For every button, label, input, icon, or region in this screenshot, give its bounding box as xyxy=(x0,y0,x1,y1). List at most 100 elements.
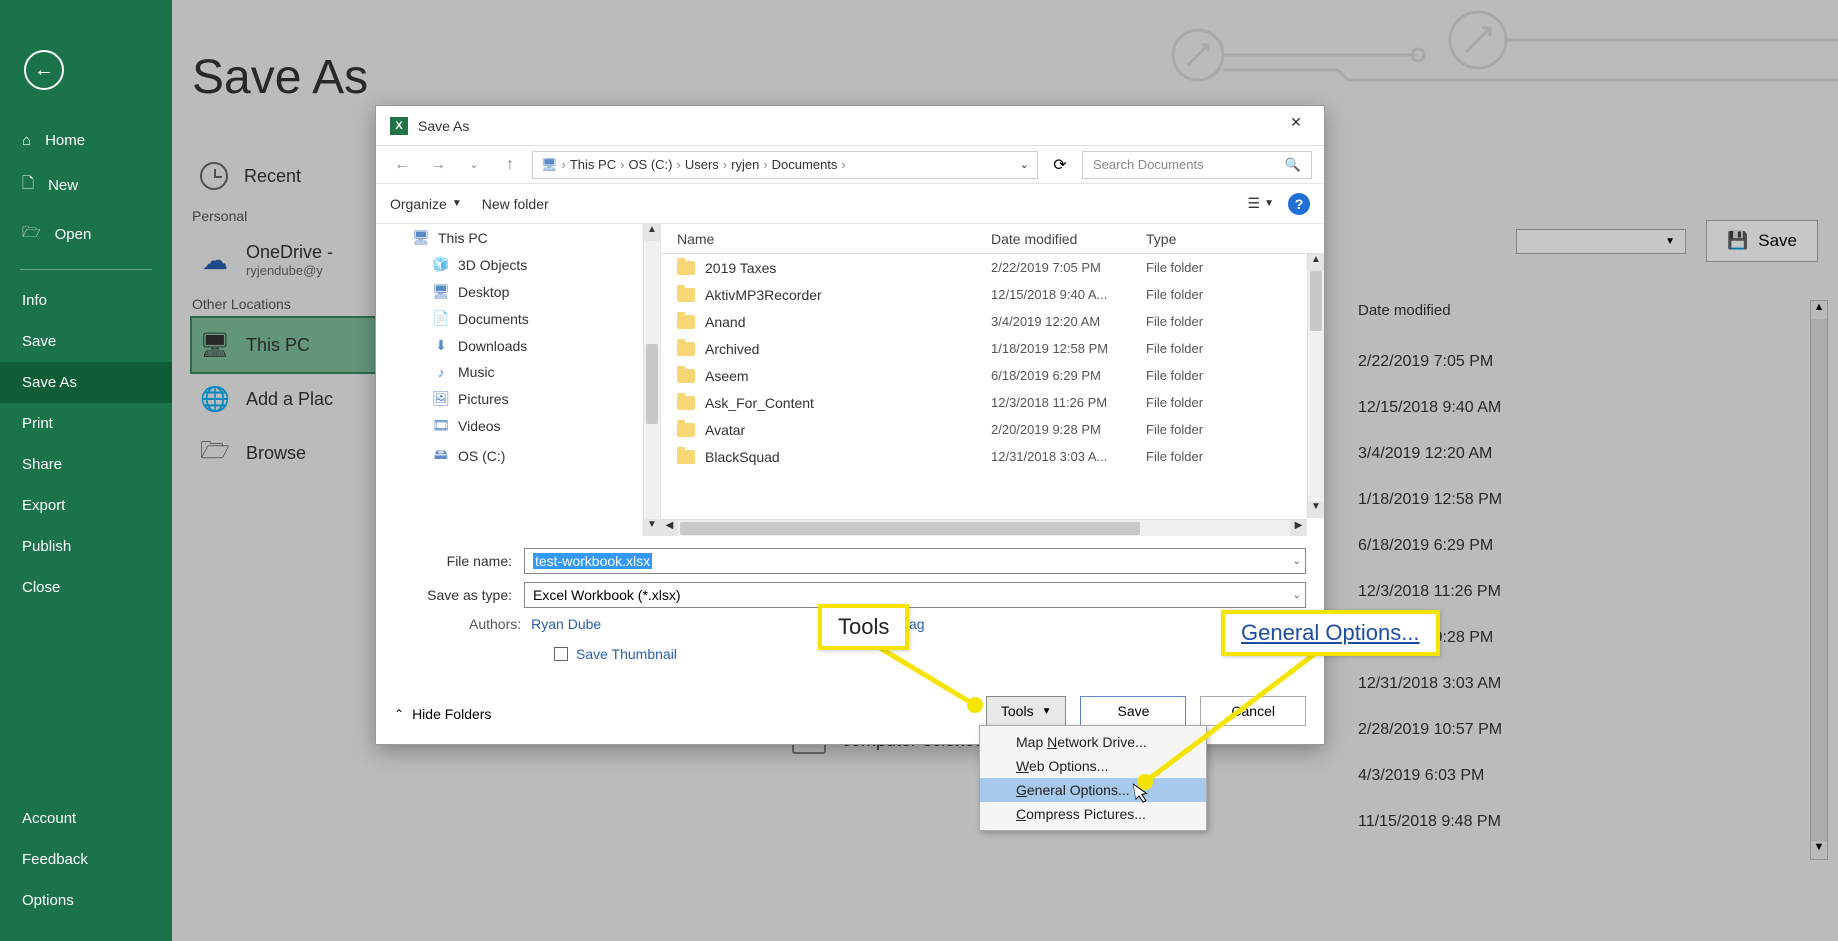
nav-save[interactable]: Save xyxy=(0,321,172,362)
column-headers[interactable]: Name Date modified Type xyxy=(661,224,1324,254)
menu-general-options[interactable]: General Options... xyxy=(980,778,1206,802)
nav-export[interactable]: Export xyxy=(0,485,172,526)
date-item: 2/22/2019 7:05 PM xyxy=(1358,339,1818,385)
scroll-down-icon[interactable]: ▼ xyxy=(1811,841,1827,859)
desktop-icon: 🖥 xyxy=(432,283,450,300)
address-bar[interactable]: 🖥 › This PC› OS (C:)› Users› ryjen› Docu… xyxy=(532,151,1038,179)
nav-publish[interactable]: Publish xyxy=(0,526,172,567)
file-row[interactable]: Aseem6/18/2019 6:29 PMFile folder xyxy=(661,362,1324,389)
chevron-down-icon: ▼ xyxy=(1042,706,1052,717)
dialog-title: Save As xyxy=(418,118,469,134)
save-thumbnail-label[interactable]: Save Thumbnail xyxy=(576,646,677,662)
nav-info[interactable]: Info xyxy=(0,280,172,321)
clock-icon xyxy=(200,162,228,190)
nav-new[interactable]: 🗋New xyxy=(0,161,172,210)
chevron-down-icon[interactable]: ⌄ xyxy=(1293,556,1301,567)
tree-3d-objects[interactable]: 🧊3D Objects xyxy=(376,251,660,278)
tree-downloads[interactable]: ⬇Downloads xyxy=(376,332,660,359)
excel-icon: X xyxy=(390,117,408,135)
globe-plus-icon: 🌐 xyxy=(200,384,230,414)
tree-desktop[interactable]: 🖥Desktop xyxy=(376,278,660,305)
organize-button[interactable]: Organize ▼ xyxy=(390,196,462,212)
hide-folders-button[interactable]: ⌃ Hide Folders xyxy=(394,706,491,722)
nav-options[interactable]: Options xyxy=(0,880,172,921)
nav-back-button[interactable]: ← xyxy=(388,156,416,174)
help-icon[interactable]: ? xyxy=(1288,193,1310,215)
scroll-thumb[interactable] xyxy=(680,522,1140,535)
back-button[interactable]: ← xyxy=(24,50,64,90)
tree-scrollbar[interactable]: ▲ ▼ xyxy=(643,224,660,536)
authors-value[interactable]: Ryan Dube xyxy=(531,616,601,632)
col-name[interactable]: Name xyxy=(661,231,991,247)
tree-music[interactable]: ♪Music xyxy=(376,359,660,385)
saveastype-value: Excel Workbook (*.xlsx) xyxy=(533,587,681,603)
scroll-thumb[interactable] xyxy=(1310,271,1322,331)
col-type[interactable]: Type xyxy=(1146,231,1256,247)
nav-open[interactable]: 🗁Open xyxy=(0,210,172,259)
tree-documents[interactable]: 📄Documents xyxy=(376,305,660,332)
dialog-toolbar: Organize ▼ New folder ☰ ▼ ? xyxy=(376,184,1324,224)
tree-os-c[interactable]: 🖴OS (C:) xyxy=(376,439,660,473)
file-row[interactable]: Ask_For_Content12/3/2018 11:26 PMFile fo… xyxy=(661,389,1324,416)
nav-home[interactable]: ⌂Home xyxy=(0,120,172,161)
dialog-close-button[interactable]: ✕ xyxy=(1276,114,1316,140)
tree-pictures[interactable]: 🖼Pictures xyxy=(376,385,660,412)
dialog-titlebar[interactable]: X Save As ✕ xyxy=(376,106,1324,146)
file-row[interactable]: 2019 Taxes2/22/2019 7:05 PMFile folder xyxy=(661,254,1324,281)
nav-forward-button[interactable]: → xyxy=(424,156,452,174)
nav-share[interactable]: Share xyxy=(0,444,172,485)
nav-save-as[interactable]: Save As xyxy=(0,362,172,403)
file-row[interactable]: BlackSquad12/31/2018 3:03 A...File folde… xyxy=(661,443,1324,470)
save-button[interactable]: Save xyxy=(1080,696,1186,726)
scrollbar[interactable]: ▲ ▼ xyxy=(1810,300,1828,860)
save-button-right[interactable]: 💾Save xyxy=(1706,220,1818,262)
menu-map-network-drive[interactable]: Map Network Drive... xyxy=(980,730,1206,754)
menu-compress-pictures[interactable]: Compress Pictures... xyxy=(980,802,1206,826)
save-thumbnail-checkbox[interactable] xyxy=(554,647,568,661)
saveastype-select[interactable]: Excel Workbook (*.xlsx) ⌄ xyxy=(524,582,1306,608)
search-input[interactable]: Search Documents 🔍 xyxy=(1082,151,1312,179)
search-icon: 🔍 xyxy=(1285,157,1301,173)
chevron-down-icon[interactable]: ⌄ xyxy=(1293,590,1301,601)
nav-close[interactable]: Close xyxy=(0,567,172,608)
file-row[interactable]: AktivMP3Recorder12/15/2018 9:40 A...File… xyxy=(661,281,1324,308)
tools-button[interactable]: Tools ▼ xyxy=(986,696,1067,726)
tree-videos[interactable]: 🎞Videos xyxy=(376,412,660,439)
file-row[interactable]: Avatar2/20/2019 9:28 PMFile folder xyxy=(661,416,1324,443)
folder-tree: 🖥This PC 🧊3D Objects 🖥Desktop 📄Documents… xyxy=(376,224,661,536)
scroll-thumb[interactable] xyxy=(646,344,658,424)
drive-icon: 🖴 xyxy=(432,444,450,468)
folder-open-icon: 🗁 xyxy=(200,438,230,468)
nav-recent-dropdown[interactable]: ⌄ xyxy=(460,158,488,171)
refresh-button[interactable]: ⟳ xyxy=(1046,155,1074,175)
pictures-icon: 🖼 xyxy=(432,390,450,407)
view-options-button[interactable]: ☰ ▼ xyxy=(1248,195,1274,212)
folder-icon xyxy=(677,369,695,383)
scroll-up-icon[interactable]: ▲ xyxy=(1811,301,1827,319)
file-row[interactable]: Archived1/18/2019 12:58 PMFile folder xyxy=(661,335,1324,362)
file-row[interactable]: Anand3/4/2019 12:20 AMFile folder xyxy=(661,308,1324,335)
filetype-dropdown[interactable]: ▼ xyxy=(1516,229,1686,254)
address-dropdown-icon[interactable]: ⌄ xyxy=(1020,158,1029,171)
cancel-button[interactable]: Cancel xyxy=(1200,696,1306,726)
filename-input[interactable]: test-workbook.xlsx ⌄ xyxy=(524,548,1306,574)
authors-label: Authors: xyxy=(469,616,521,632)
menu-web-options[interactable]: Web Options... xyxy=(980,754,1206,778)
dialog-nav-row: ← → ⌄ ↑ 🖥 › This PC› OS (C:)› Users› ryj… xyxy=(376,146,1324,184)
filelist-hscroll[interactable]: ◀ ▶ xyxy=(661,519,1307,536)
nav-up-button[interactable]: ↑ xyxy=(496,156,524,174)
callout-tools: Tools xyxy=(818,604,909,650)
new-folder-button[interactable]: New folder xyxy=(482,196,549,212)
objects-icon: 🧊 xyxy=(432,256,450,273)
nav-account[interactable]: Account xyxy=(0,798,172,839)
date-list: 2/22/2019 7:05 PM 12/15/2018 9:40 AM 3/4… xyxy=(1358,339,1818,845)
nav-feedback[interactable]: Feedback xyxy=(0,839,172,880)
date-modified-header: Date modified xyxy=(1358,302,1818,339)
folder-icon xyxy=(677,288,695,302)
filelist-vscroll[interactable]: ▲ ▼ xyxy=(1307,254,1324,518)
tree-this-pc[interactable]: 🖥This PC xyxy=(376,224,660,251)
folder-icon xyxy=(677,450,695,464)
col-date[interactable]: Date modified xyxy=(991,231,1146,247)
nav-print[interactable]: Print xyxy=(0,403,172,444)
new-icon: 🗋 xyxy=(22,173,34,198)
